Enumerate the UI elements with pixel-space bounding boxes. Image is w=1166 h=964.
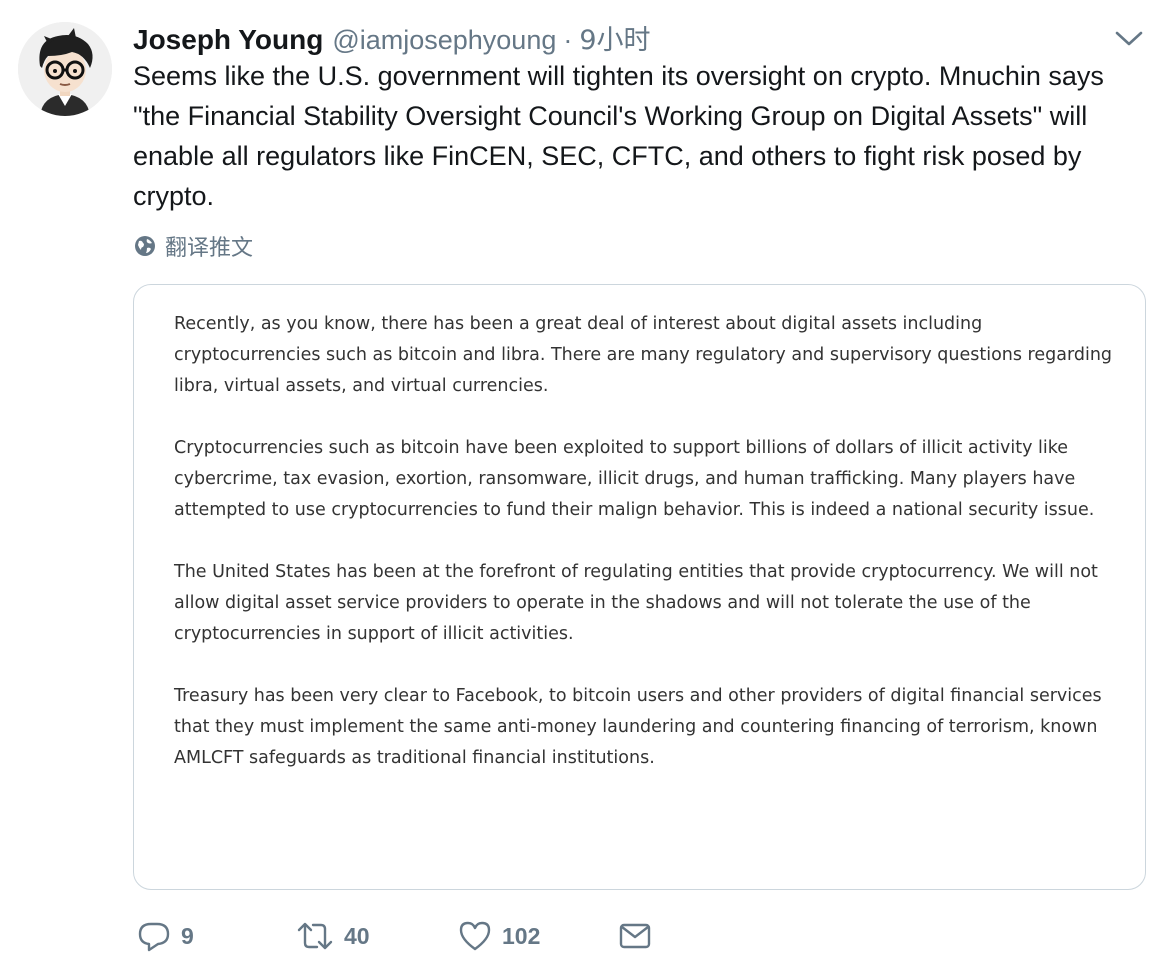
statement-paragraph-2: Cryptocurrencies such as bitcoin have be… <box>174 438 1095 520</box>
envelope-icon <box>619 923 651 949</box>
avatar[interactable] <box>18 22 112 116</box>
retweet-count: 40 <box>344 922 370 949</box>
more-options-button[interactable] <box>1112 24 1146 52</box>
chevron-down-icon <box>1115 31 1143 46</box>
reply-count: 9 <box>181 922 194 949</box>
translate-label: 翻译推文 <box>165 236 254 261</box>
reply-icon <box>138 922 170 952</box>
header-separator: · <box>563 25 573 55</box>
reply-button[interactable]: 9 <box>137 919 194 953</box>
statement-paragraph-3: The United States has been at the forefr… <box>174 562 1098 644</box>
heart-icon <box>459 921 491 951</box>
tweet-header: Joseph Young @iamjosephyoung · 9小时 <box>133 18 651 57</box>
statement-paragraph-4: Treasury has been very clear to Facebook… <box>174 686 1102 768</box>
globe-icon <box>135 236 155 256</box>
media-card[interactable]: Recently, as you know, there has been a … <box>133 284 1146 890</box>
statement-paragraph-1: Recently, as you know, there has been a … <box>174 314 1113 396</box>
direct-message-button[interactable] <box>618 919 652 953</box>
like-button[interactable]: 102 <box>458 919 540 953</box>
like-count: 102 <box>502 922 541 949</box>
translate-tweet-button[interactable]: 翻译推文 <box>133 230 253 262</box>
author-handle[interactable]: @iamjosephyoung <box>332 25 556 56</box>
tweet-timestamp[interactable]: 9小时 <box>579 18 650 57</box>
avatar-image <box>18 22 112 116</box>
retweet-button[interactable]: 40 <box>296 919 370 953</box>
statement-image-text: Recently, as you know, there has been a … <box>174 309 1114 805</box>
author-name[interactable]: Joseph Young <box>133 24 323 56</box>
tweet-text: Seems like the U.S. government will tigh… <box>133 61 1104 211</box>
retweet-icon <box>297 922 333 950</box>
